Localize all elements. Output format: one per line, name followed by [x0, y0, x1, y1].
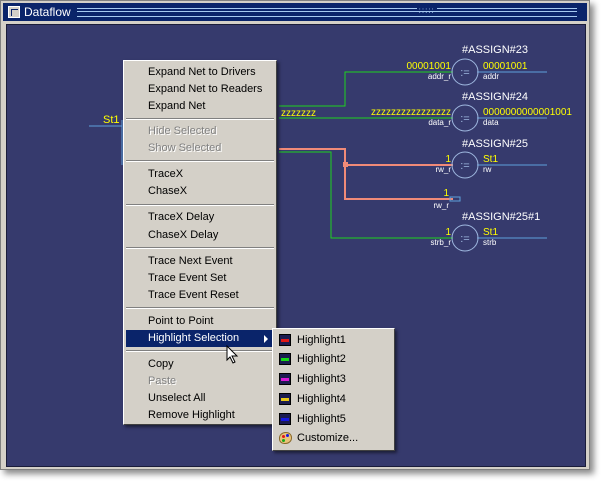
menu-separator — [126, 247, 274, 249]
rw-r-value: 1 — [445, 154, 451, 165]
submenu-highlight2[interactable]: Highlight2 — [275, 350, 392, 369]
rw-r-wire-highlighted[interactable] — [279, 148, 453, 166]
highlight5-swatch-icon — [279, 413, 291, 425]
menu-tracex[interactable]: TraceX — [126, 166, 274, 183]
bus-value-left: zzzzzzz — [281, 108, 316, 119]
submenu-highlight2-label: Highlight2 — [297, 353, 346, 365]
st1-input-value: St1 — [103, 114, 120, 126]
menu-expand-net-to-readers[interactable]: Expand Net to Readers — [126, 81, 274, 98]
menu-tracex-delay[interactable]: TraceX Delay — [126, 209, 274, 226]
submenu-highlight1-label: Highlight1 — [297, 334, 346, 346]
submenu-customize-label: Customize... — [297, 432, 359, 444]
submenu-highlight3-label: Highlight3 — [297, 373, 346, 385]
extra-rw-r-value: 1 — [443, 188, 449, 199]
rw-r-port-label: rw_r — [435, 165, 451, 174]
assign-23-name: #ASSIGN#23 — [462, 44, 528, 56]
assign-24-symbol: := — [460, 113, 469, 125]
menu-remove-highlight[interactable]: Remove Highlight — [126, 407, 274, 424]
menu-trace-event-set[interactable]: Trace Event Set — [126, 270, 274, 287]
menu-trace-event-reset[interactable]: Trace Event Reset — [126, 287, 274, 304]
menu-expand-net-to-drivers[interactable]: Expand Net to Drivers — [126, 64, 274, 81]
title-grip-handle[interactable]: ::::: — [416, 5, 437, 15]
data-r-value: zzzzzzzzzzzzzzzz — [371, 107, 451, 118]
submenu-highlight3[interactable]: Highlight3 — [275, 370, 392, 389]
menu-show-selected: Show Selected — [148, 142, 222, 154]
menu-point-to-point[interactable]: Point to Point — [126, 313, 274, 330]
strb-out-port-label: strb — [483, 238, 497, 247]
assign-25-1-name: #ASSIGN#25#1 — [462, 211, 540, 223]
highlight3-swatch-icon — [279, 373, 291, 385]
dataflow-window-icon — [8, 6, 20, 18]
palette-icon — [279, 432, 292, 444]
menu-hide-selected: Hide Selected — [148, 125, 217, 137]
strb-r-port-label: strb_r — [431, 238, 452, 247]
assign-25-1-symbol: := — [460, 233, 469, 245]
submenu-arrow-icon — [264, 335, 268, 343]
menu-separator — [126, 350, 274, 352]
context-menu: Expand Net to Drivers Expand Net to Read… — [123, 60, 277, 425]
addr-out-port-label: addr — [483, 72, 499, 81]
data-out-value: 0000000000001001 — [483, 107, 572, 118]
rw-out-port-label: rw — [483, 165, 492, 174]
mouse-pointer-icon — [226, 345, 239, 364]
submenu-highlight4[interactable]: Highlight4 — [275, 390, 392, 409]
strb-r-value: 1 — [445, 227, 451, 238]
addr-out-value: 00001001 — [483, 61, 528, 72]
submenu-customize[interactable]: Customize... — [275, 429, 392, 448]
addr-r-port-label: addr_r — [428, 72, 451, 81]
menu-chasex-delay[interactable]: ChaseX Delay — [126, 227, 274, 244]
assign-23-symbol: := — [460, 67, 469, 79]
highlight2-swatch-icon — [279, 353, 291, 365]
menu-unselect-all[interactable]: Unselect All — [126, 390, 274, 407]
menu-separator — [126, 160, 274, 162]
highlight1-swatch-icon — [279, 334, 291, 346]
data-r-port-label: data_r — [428, 118, 451, 127]
menu-copy[interactable]: Copy — [126, 356, 274, 373]
menu-highlight-selection-label: Highlight Selection — [148, 332, 240, 344]
data-out-port-label: data — [483, 118, 499, 127]
submenu-highlight1[interactable]: Highlight1 — [275, 331, 392, 350]
menu-chasex[interactable]: ChaseX — [126, 183, 274, 200]
strb-out-value: St1 — [483, 227, 498, 238]
menu-separator — [126, 204, 274, 206]
submenu-highlight5[interactable]: Highlight5 — [275, 410, 392, 429]
assign-24-name: #ASSIGN#24 — [462, 91, 528, 103]
highlight4-swatch-icon — [279, 393, 291, 405]
addr-r-value: 00001001 — [407, 61, 452, 72]
menu-separator — [126, 118, 274, 120]
submenu-highlight5-label: Highlight5 — [297, 413, 346, 425]
rw-junction-dot — [343, 162, 348, 167]
menu-separator — [126, 307, 274, 309]
title-bar-drag-lines: ::::: — [76, 5, 578, 17]
extra-rw-r-label: rw_r — [433, 201, 449, 210]
menu-expand-net[interactable]: Expand Net — [126, 98, 274, 115]
title-bar[interactable]: Dataflow ::::: — [3, 3, 587, 21]
menu-highlight-selection[interactable]: Highlight Selection — [126, 330, 274, 347]
menu-trace-next-event[interactable]: Trace Next Event — [126, 253, 274, 270]
assign-25-name: #ASSIGN#25 — [462, 138, 528, 150]
highlight-submenu: Highlight1 Highlight2 Highlight3 Highlig… — [272, 328, 395, 451]
window-title: Dataflow — [24, 5, 71, 19]
assign-25-symbol: := — [460, 160, 469, 172]
submenu-highlight4-label: Highlight4 — [297, 393, 346, 405]
rw-out-value: St1 — [483, 154, 498, 165]
menu-paste: Paste — [148, 375, 177, 387]
